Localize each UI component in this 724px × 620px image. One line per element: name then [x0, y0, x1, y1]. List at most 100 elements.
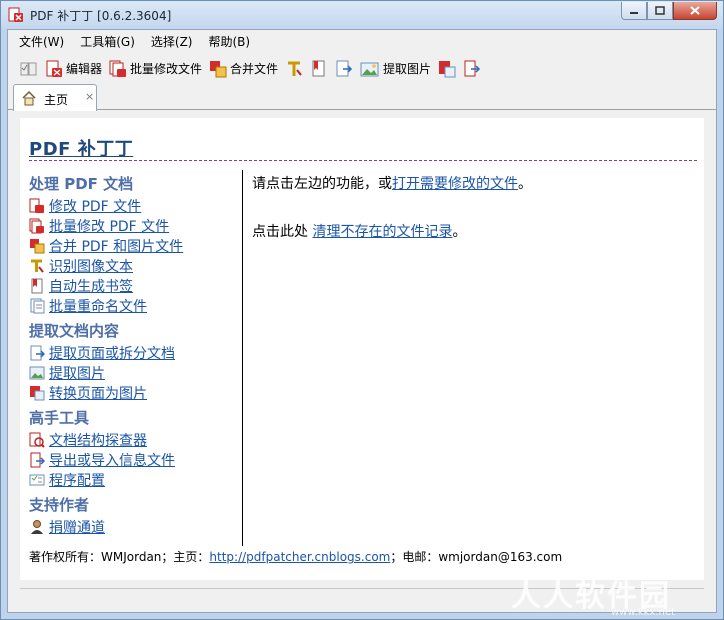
list-item[interactable]: 转换页面为图片	[29, 383, 243, 403]
watermark-url: www.kkx.net	[611, 607, 675, 618]
link-bookmarks[interactable]: 自动生成书签	[49, 276, 133, 296]
extract-images-button[interactable]: 提取图片	[358, 58, 433, 80]
cleanup-prefix: 点击此处	[252, 224, 313, 240]
list-item[interactable]: 文档结构探查器	[29, 430, 243, 450]
link-ocr[interactable]: 识别图像文本	[49, 256, 133, 276]
menu-file[interactable]: 文件(W)	[13, 30, 70, 54]
pdf-to-image-icon	[439, 60, 456, 77]
rename-icon	[30, 298, 45, 314]
list-item[interactable]: 程序配置	[29, 470, 243, 490]
link-structure-inspector[interactable]: 文档结构探查器	[49, 430, 147, 450]
merge-button[interactable]: 合并文件	[207, 58, 280, 80]
link-batch-modify[interactable]: 批量修改 PDF 文件	[49, 216, 169, 236]
close-button[interactable]	[673, 2, 717, 20]
merge-label: 合并文件	[230, 62, 279, 76]
section-heading: 支持作者	[29, 496, 90, 514]
list-item[interactable]: 修改 PDF 文件	[29, 196, 243, 216]
pdf-batch-icon	[109, 60, 127, 77]
list-item[interactable]: 合并 PDF 和图片文件	[29, 236, 243, 256]
list-item[interactable]: 导出或导入信息文件	[29, 450, 243, 470]
tab-home-label: 主页	[44, 93, 69, 107]
pdf-to-image-button[interactable]	[436, 58, 458, 80]
intro-text: 请点击左边的功能，或打开需要修改的文件。	[252, 174, 692, 194]
intro-prefix: 请点击左边的功能，或	[252, 176, 392, 192]
link-donate[interactable]: 捐赠通道	[49, 517, 105, 537]
ocr-icon	[288, 61, 302, 76]
merge-icon	[30, 239, 45, 254]
link-rename[interactable]: 批量重命名文件	[49, 296, 147, 316]
page-title: PDF 补丁丁	[29, 139, 134, 160]
home-icon	[22, 90, 36, 106]
minimize-icon	[630, 11, 638, 14]
title-divider	[29, 160, 697, 161]
title-bar[interactable]: PDF 补丁丁 [0.6.2.3604]	[1, 1, 723, 29]
pdf-to-image-icon	[30, 386, 45, 401]
section-heading: 提取文档内容	[29, 322, 120, 340]
ocr-icon	[31, 259, 44, 273]
minimize-button[interactable]	[621, 2, 647, 20]
batch-modify-button[interactable]: 批量修改文件	[107, 58, 204, 80]
client-area: 文件(W) 工具箱(G) 选择(Z) 帮助(B) 编辑器 批量修改文件 合并文件	[7, 29, 717, 613]
list-item[interactable]: 批量重命名文件	[29, 296, 243, 316]
export-import-icon	[464, 60, 481, 76]
pdf-edit-icon	[29, 198, 44, 213]
settings-icon	[29, 474, 45, 486]
export-import-button[interactable]	[461, 58, 483, 80]
list-item[interactable]: 自动生成书签	[29, 276, 243, 296]
tab-home[interactable]: 主页 ×	[13, 84, 97, 111]
home-page: PDF 补丁丁 处理 PDF 文档 修改 PDF 文件 批量修改 PDF 文件 …	[20, 118, 704, 580]
footer-prefix: 著作权所有：WMJordan；主页：	[29, 550, 210, 564]
main-content: 请点击左边的功能，或打开需要修改的文件。 点击此处 清理不存在的文件记录。	[252, 174, 692, 270]
batch-modify-label: 批量修改文件	[130, 62, 203, 76]
link-merge[interactable]: 合并 PDF 和图片文件	[49, 236, 183, 256]
export-import-icon	[30, 452, 45, 468]
merge-icon	[210, 60, 227, 77]
cleanup-text: 点击此处 清理不存在的文件记录。	[252, 222, 692, 242]
link-extract-pages[interactable]: 提取页面或拆分文档	[49, 343, 175, 363]
link-open-file[interactable]: 打开需要修改的文件	[392, 176, 518, 192]
menu-help[interactable]: 帮助(B)	[203, 30, 257, 54]
link-clean-history[interactable]: 清理不存在的文件记录	[312, 224, 452, 240]
inspector-icon	[29, 432, 45, 448]
link-settings[interactable]: 程序配置	[49, 470, 105, 490]
image-icon	[29, 366, 45, 380]
list-item[interactable]: 提取页面或拆分文档	[29, 343, 243, 363]
link-pages-to-images[interactable]: 转换页面为图片	[49, 383, 147, 403]
menu-select[interactable]: 选择(Z)	[145, 30, 199, 54]
link-export-import[interactable]: 导出或导入信息文件	[49, 450, 175, 470]
extract-pages-icon	[30, 345, 45, 361]
column-divider	[242, 170, 243, 546]
app-icon	[8, 7, 23, 22]
checklist-button[interactable]	[18, 58, 40, 80]
link-extract-images[interactable]: 提取图片	[49, 363, 105, 383]
list-item[interactable]: 提取图片	[29, 363, 243, 383]
toolbar: 编辑器 批量修改文件 合并文件 提取图片	[8, 55, 716, 82]
list-item[interactable]: 批量修改 PDF 文件	[29, 216, 243, 236]
ocr-button[interactable]	[283, 58, 305, 80]
intro-suffix: 。	[518, 176, 532, 192]
extract-pages-button[interactable]	[333, 58, 355, 80]
bookmark-icon	[312, 60, 325, 76]
bookmark-button[interactable]	[308, 58, 330, 80]
footer-suffix: ；电邮：wmjordan@163.com	[390, 550, 563, 564]
checklist-icon	[20, 62, 37, 75]
tab-close-icon[interactable]: ×	[85, 90, 94, 103]
copyright-footer: 著作权所有：WMJordan；主页：http://pdfpatcher.cnbl…	[29, 548, 562, 565]
bookmark-icon	[31, 278, 43, 294]
list-item[interactable]: 捐赠通道	[29, 517, 243, 537]
menu-bar: 文件(W) 工具箱(G) 选择(Z) 帮助(B)	[8, 30, 716, 54]
link-modify-pdf[interactable]: 修改 PDF 文件	[49, 196, 141, 216]
cleanup-suffix: 。	[452, 224, 467, 240]
editor-label: 编辑器	[66, 62, 103, 76]
menu-toolbox[interactable]: 工具箱(G)	[74, 30, 141, 54]
link-homepage[interactable]: http://pdfpatcher.cnblogs.com	[209, 550, 390, 564]
extract-pages-icon	[336, 60, 353, 76]
editor-button[interactable]: 编辑器	[43, 58, 104, 80]
pdf-batch-icon	[29, 218, 44, 234]
section-heading: 处理 PDF 文档	[29, 175, 134, 193]
list-item[interactable]: 识别图像文本	[29, 256, 243, 276]
window-title: PDF 补丁丁 [0.6.2.3604]	[30, 9, 172, 23]
pdf-edit-icon	[46, 60, 62, 77]
function-list: 处理 PDF 文档 修改 PDF 文件 批量修改 PDF 文件 合并 PDF 和…	[29, 172, 243, 546]
maximize-button[interactable]	[647, 2, 673, 20]
